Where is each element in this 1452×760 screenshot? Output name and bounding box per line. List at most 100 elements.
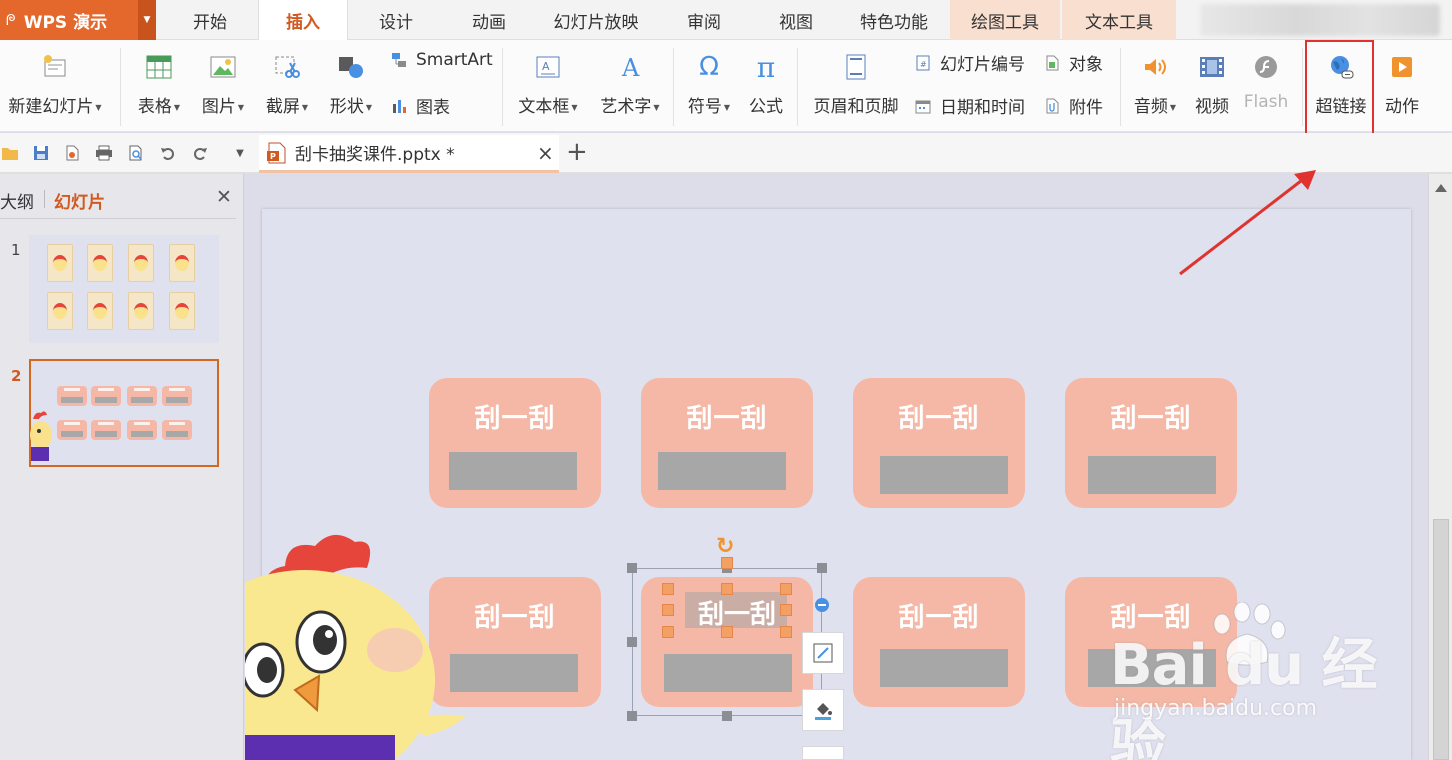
- tab-slideshow[interactable]: 幻灯片放映: [538, 0, 654, 40]
- scratch-card-2[interactable]: 刮一刮: [641, 378, 813, 508]
- close-tab-icon[interactable]: ×: [537, 141, 554, 165]
- scratch-card-3[interactable]: 刮一刮: [853, 378, 1025, 508]
- tab-text-tools[interactable]: 文本工具: [1062, 0, 1176, 40]
- header-footer-button[interactable]: 页眉和页脚: [806, 52, 906, 117]
- flash-button[interactable]: Flash: [1240, 52, 1292, 112]
- scratch-card-title: 刮一刮: [1110, 404, 1192, 434]
- slide-thumbnail-1[interactable]: [29, 235, 219, 343]
- close-panel-icon[interactable]: ✕: [216, 186, 232, 208]
- chevron-down-icon[interactable]: ▼: [653, 103, 659, 112]
- chart-button[interactable]: 图表: [390, 93, 450, 118]
- video-button[interactable]: 视频: [1190, 52, 1234, 117]
- formula-button[interactable]: π 公式: [744, 51, 788, 118]
- text-rotate-handle[interactable]: [721, 557, 733, 569]
- chevron-down-icon[interactable]: ▼: [174, 103, 180, 112]
- tab-special-features[interactable]: 特色功能: [846, 0, 942, 40]
- resize-handle[interactable]: [627, 711, 637, 721]
- textbox-button[interactable]: A 文本框 ▼: [512, 52, 584, 117]
- chevron-down-icon[interactable]: ▼: [571, 103, 577, 112]
- app-dropdown-arrow-icon[interactable]: ▼: [138, 0, 156, 40]
- text-resize-handle[interactable]: [721, 583, 733, 595]
- tab-outline[interactable]: 大纲: [0, 188, 34, 213]
- menu-bar: ᖘ WPS 演示 ▼ 开始 插入 设计 动画 幻灯片放映 审阅 视图 特色功能 …: [0, 0, 1452, 41]
- redo-icon[interactable]: [190, 143, 210, 163]
- save-icon[interactable]: [31, 143, 51, 163]
- attachment-label: 附件: [1069, 98, 1103, 118]
- collapse-minus-icon[interactable]: [815, 598, 829, 612]
- audio-button[interactable]: 音频 ▼: [1128, 52, 1182, 117]
- fill-color-button[interactable]: [802, 689, 844, 731]
- chevron-down-icon[interactable]: ▼: [302, 103, 308, 112]
- more-options-button[interactable]: [802, 746, 844, 760]
- text-resize-handle[interactable]: [780, 583, 792, 595]
- chevron-down-icon[interactable]: ▼: [238, 103, 244, 112]
- resize-handle[interactable]: [722, 711, 732, 721]
- customize-dropdown-icon[interactable]: ▼: [230, 143, 250, 163]
- ribbon-separator: [673, 48, 674, 126]
- text-resize-handle[interactable]: [721, 626, 733, 638]
- attachment-icon: [1043, 97, 1061, 115]
- tab-drawing-tools[interactable]: 绘图工具: [950, 0, 1060, 40]
- undo-icon[interactable]: [158, 143, 178, 163]
- print-preview-icon[interactable]: [126, 143, 146, 163]
- edit-style-button[interactable]: [802, 632, 844, 674]
- screenshot-button[interactable]: 截屏 ▼: [260, 52, 314, 117]
- symbol-button[interactable]: Ω 符号 ▼: [682, 52, 736, 117]
- scratch-area[interactable]: [880, 649, 1008, 687]
- date-time-button[interactable]: 日期和时间: [914, 93, 1025, 118]
- table-button[interactable]: 表格 ▼: [132, 52, 186, 117]
- chevron-down-icon[interactable]: ▼: [724, 103, 730, 112]
- action-icon: [1387, 52, 1417, 82]
- chevron-down-icon[interactable]: ▼: [95, 103, 101, 112]
- tab-design[interactable]: 设计: [352, 0, 440, 40]
- tab-home[interactable]: 开始: [166, 0, 254, 40]
- hyperlink-highlight-frame: [1305, 40, 1374, 143]
- resize-handle[interactable]: [817, 563, 827, 573]
- tab-review[interactable]: 审阅: [662, 0, 746, 40]
- scratch-card-4[interactable]: 刮一刮: [1065, 378, 1237, 508]
- attachment-button[interactable]: 附件: [1043, 93, 1103, 118]
- chevron-down-icon[interactable]: ▼: [366, 103, 372, 112]
- scroll-up-arrow-icon[interactable]: [1435, 184, 1447, 192]
- object-button[interactable]: 对象: [1043, 50, 1103, 75]
- mini-card: [128, 292, 154, 330]
- scratch-card-7[interactable]: 刮一刮: [853, 577, 1025, 707]
- export-pdf-icon[interactable]: [62, 143, 82, 163]
- tab-view[interactable]: 视图: [752, 0, 840, 40]
- text-resize-handle[interactable]: [662, 583, 674, 595]
- scratch-area[interactable]: [880, 456, 1008, 494]
- new-slide-button[interactable]: 新建幻灯片 ▼: [2, 52, 108, 117]
- text-resize-handle[interactable]: [662, 626, 674, 638]
- document-icon: [841, 52, 871, 82]
- action-button[interactable]: 动作: [1380, 52, 1424, 117]
- omega-icon: Ω: [699, 52, 719, 82]
- vertical-scrollbar[interactable]: [1428, 174, 1452, 760]
- tab-insert[interactable]: 插入: [258, 0, 348, 41]
- scratch-area[interactable]: [658, 452, 786, 490]
- wordart-button[interactable]: A 艺术字 ▼: [594, 52, 666, 117]
- new-tab-plus-icon[interactable]: +: [566, 137, 588, 167]
- resize-handle[interactable]: [627, 637, 637, 647]
- film-icon: [1197, 52, 1227, 82]
- slide-thumbnail-2[interactable]: [29, 359, 219, 467]
- smartart-button[interactable]: SmartArt: [390, 50, 493, 70]
- selected-card-title[interactable]: 刮一刮: [683, 594, 791, 631]
- scratch-card-1[interactable]: 刮一刮: [429, 378, 601, 508]
- resize-handle[interactable]: [627, 563, 637, 573]
- scratch-area[interactable]: [449, 452, 577, 490]
- slide-number-button[interactable]: # 幻灯片编号: [914, 50, 1025, 75]
- text-resize-handle[interactable]: [662, 604, 674, 616]
- app-menu-button[interactable]: ᖘ WPS 演示: [0, 0, 138, 40]
- document-tab[interactable]: P 刮卡抽奖课件.pptx *: [259, 135, 559, 173]
- text-resize-handle[interactable]: [780, 604, 792, 616]
- print-icon[interactable]: [94, 143, 114, 163]
- tab-animation[interactable]: 动画: [444, 0, 534, 40]
- open-folder-icon[interactable]: [0, 143, 20, 163]
- text-resize-handle[interactable]: [780, 626, 792, 638]
- picture-button[interactable]: 图片 ▼: [196, 52, 250, 117]
- scratch-area[interactable]: [1088, 456, 1216, 494]
- shape-button[interactable]: 形状 ▼: [324, 52, 378, 117]
- tab-slides[interactable]: 幻灯片: [54, 188, 105, 213]
- chevron-down-icon[interactable]: ▼: [1170, 103, 1176, 112]
- scroll-thumb[interactable]: [1433, 519, 1449, 760]
